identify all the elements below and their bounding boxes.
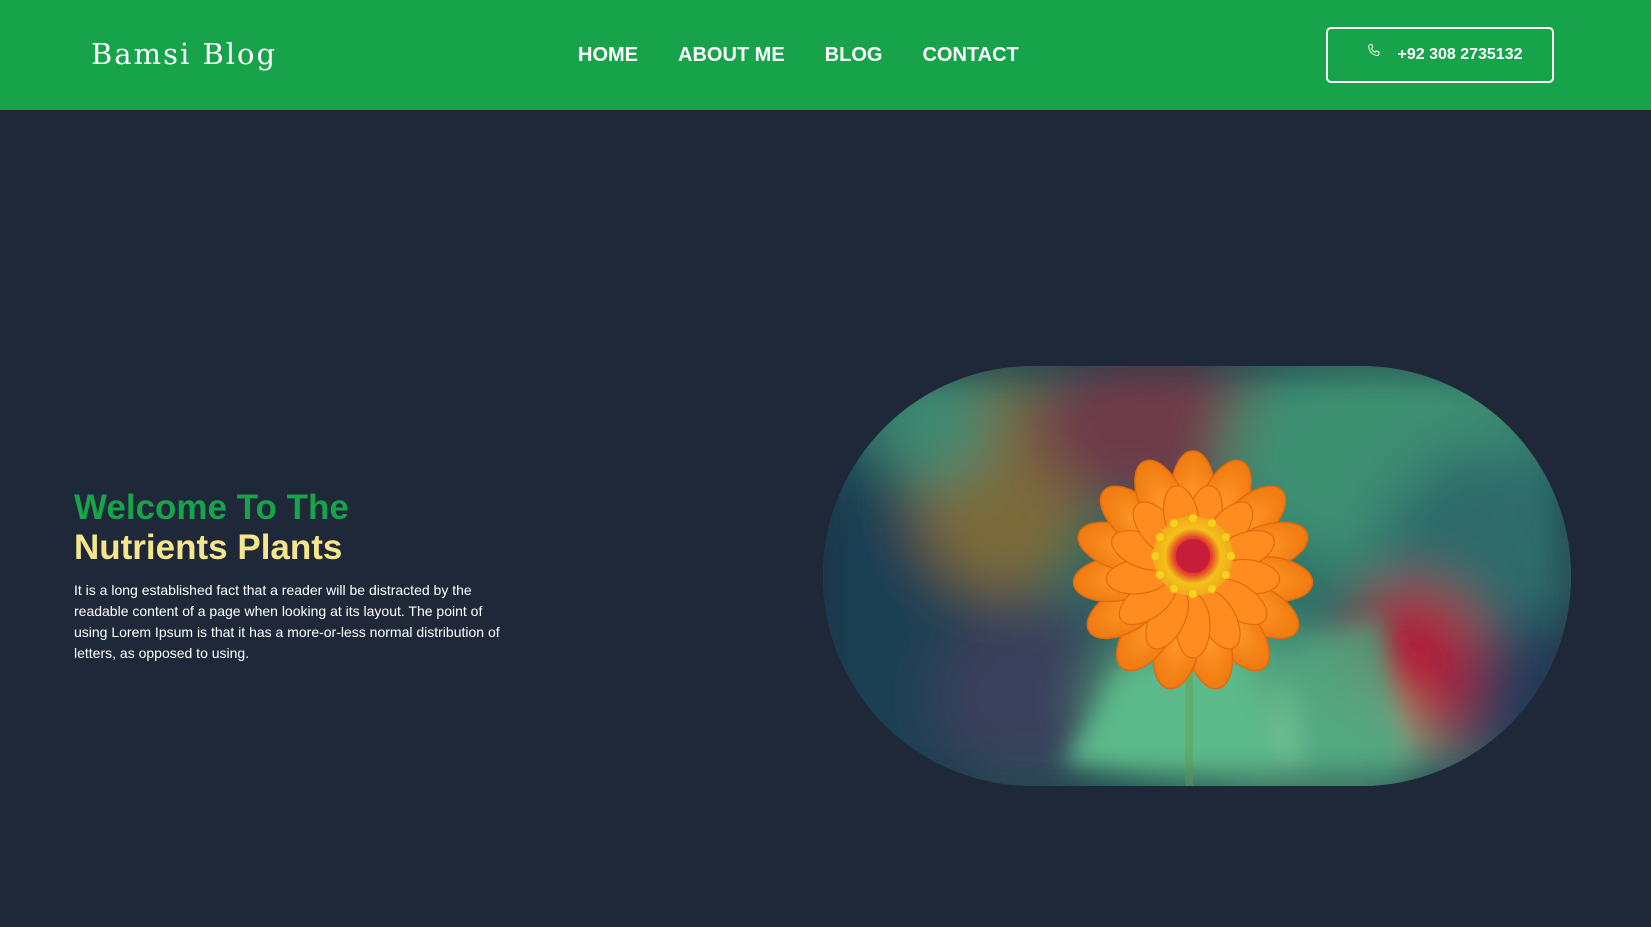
top-navbar: Bamsi Blog HOME ABOUT ME BLOG CONTACT +9… [0,0,1651,110]
hero-title-line-1: Welcome To The [74,488,349,527]
hero-flower-image [823,366,1571,786]
brand-logo[interactable]: Bamsi Blog [91,30,277,78]
hero-description: It is a long established fact that a rea… [74,582,500,661]
nav-home-link[interactable]: HOME [578,38,638,72]
flower-photo-illustration [823,366,1571,786]
phone-button[interactable]: +92 308 2735132 [1326,27,1554,83]
hero-text-block: Welcome To The Nutrients Plants It is a … [74,488,514,664]
hero-title-line-2: Nutrients Plants [74,528,343,567]
nav-about-link[interactable]: ABOUT ME [678,38,785,72]
nav-blog-link[interactable]: BLOG [825,38,883,72]
phone-number: +92 308 2735132 [1397,46,1523,63]
main-nav: HOME ABOUT ME BLOG CONTACT [578,38,1019,72]
phone-icon [1365,42,1383,60]
nav-contact-link[interactable]: CONTACT [922,38,1018,72]
